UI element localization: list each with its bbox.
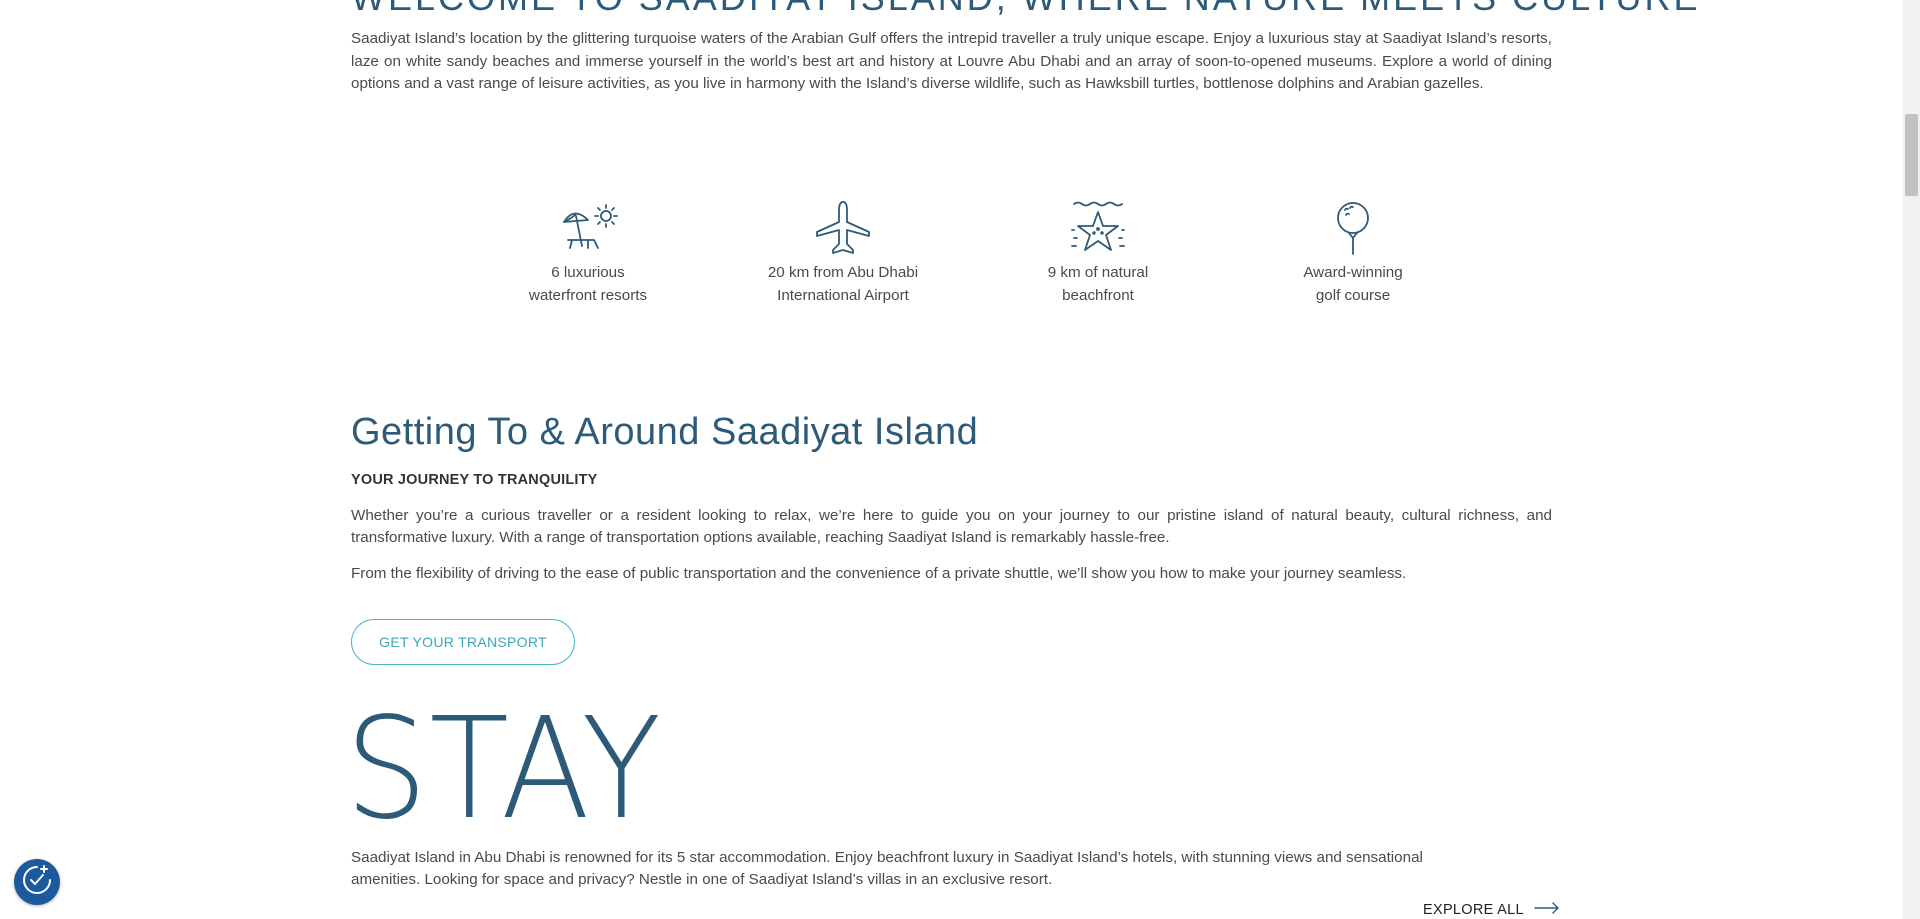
page: WELCOME TO SAADIYAT ISLAND, WHERE NATURE… (0, 0, 1920, 919)
welcome-heading: WELCOME TO SAADIYAT ISLAND, WHERE NATURE… (351, 0, 1701, 16)
feature-label: 20 km from Abu Dhabi International Airpo… (767, 264, 919, 304)
feature-resorts: 6 luxurious waterfront resorts (478, 200, 698, 307)
accessibility-button[interactable] (14, 859, 60, 905)
getting-around-paragraph-1: Whether you’re a curious traveller or a … (351, 507, 1552, 546)
feature-label: Award-winning golf course (1303, 264, 1403, 304)
airplane-icon (813, 200, 873, 256)
feature-airport: 20 km from Abu Dhabi International Airpo… (733, 200, 953, 307)
feature-beachfront: 9 km of natural beachfront (988, 200, 1208, 307)
accessibility-icon (20, 863, 54, 902)
intro-paragraph: Saadiyat Island’s location by the glitte… (351, 30, 1552, 92)
feature-golf: Award-winning golf course (1243, 200, 1463, 307)
vertical-scrollbar[interactable] (1903, 0, 1920, 919)
getting-around-title: Getting To & Around Saadiyat Island (351, 411, 979, 453)
feature-label: 9 km of natural beachfront (1047, 264, 1149, 304)
getting-around-subtitle: YOUR JOURNEY TO TRANQUILITY (351, 472, 598, 488)
feature-label: 6 luxurious waterfront resorts (528, 264, 648, 304)
explore-all-label: EXPLORE ALL (1423, 902, 1524, 918)
stay-heading: STAY (345, 688, 664, 851)
scrollbar-thumb[interactable] (1905, 114, 1918, 196)
starfish-icon (1068, 200, 1128, 256)
beach-umbrella-icon (558, 200, 618, 256)
explore-all-link[interactable]: EXPLORE ALL (1423, 902, 1560, 918)
golf-ball-icon (1323, 200, 1383, 256)
feature-highlights: 6 luxurious waterfront resorts 20 km fro… (478, 200, 1498, 320)
arrow-right-icon (1534, 902, 1560, 918)
stay-description: Saadiyat Island in Abu Dhabi is renowned… (351, 849, 1423, 888)
get-your-transport-button[interactable]: GET YOUR TRANSPORT (351, 619, 575, 665)
getting-around-paragraph-2: From the flexibility of driving to the e… (351, 565, 1407, 582)
